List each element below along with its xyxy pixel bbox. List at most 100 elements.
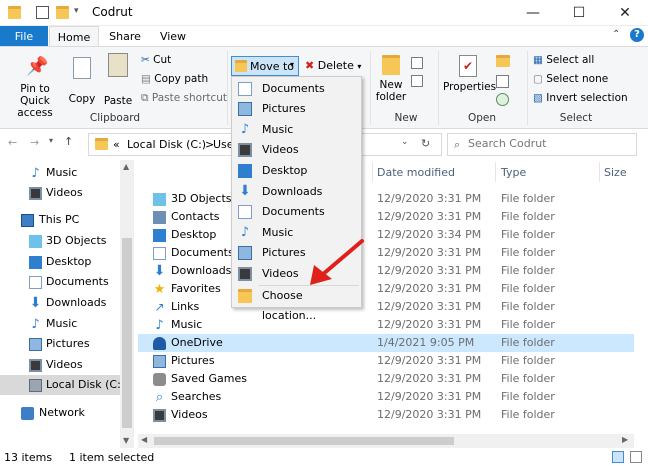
minimize-button[interactable]: — [510,0,556,26]
nav-item-documents[interactable]: Documents [0,272,120,292]
scroll-down-icon[interactable]: ▼ [123,436,129,445]
copy-path-button[interactable]: ▤ Copy path [141,73,208,85]
chevron-down-icon[interactable]: ⌄ [401,137,409,147]
large-icons-view-icon[interactable] [630,451,642,463]
nav-item-videos[interactable]: Videos [0,183,120,203]
new-item-icon[interactable] [411,57,423,69]
menu-item-desktop[interactable]: Desktop [233,161,360,181]
help-icon[interactable]: ? [630,28,644,42]
scroll-left-icon[interactable]: ◀ [141,435,147,444]
nav-item-downloads[interactable]: ⬇ Downloads [0,293,120,313]
details-view-icon[interactable] [612,451,624,463]
menu-item-documents[interactable]: Documents [233,79,360,99]
table-row[interactable]: ↗ Links 12/9/2020 3:31 PM File folder [138,298,634,316]
up-icon[interactable]: ↑ [64,135,73,148]
table-row[interactable]: Contacts 12/9/2020 3:31 PM File folder [138,208,634,226]
table-row[interactable]: ★ Favorites 12/9/2020 3:31 PM File folder [138,280,634,298]
column-divider[interactable] [495,162,496,182]
documents-icon [238,205,252,219]
tab-file[interactable]: File [0,26,48,47]
tab-view[interactable]: View [150,26,196,47]
column-header-date[interactable]: Date modified [377,166,455,179]
new-folder-quick-icon[interactable] [56,6,69,19]
maximize-button[interactable]: ☐ [556,0,602,26]
nav-item-local-disk[interactable]: Local Disk (C:) [0,375,125,395]
menu-item-documents[interactable]: Documents [233,202,360,222]
search-box[interactable]: ⌕ [447,133,637,156]
select-all-button[interactable]: ▦ Select all [533,54,594,66]
scroll-right-icon[interactable]: ▶ [622,435,628,444]
breadcrumb-local-disk[interactable]: Local Disk (C:) [127,138,206,151]
downloads-icon: ⬇ [153,263,166,279]
paste-button[interactable]: Paste [100,53,136,107]
horizontal-scrollbar[interactable]: ◀ ▶ [138,434,634,448]
recent-locations-icon[interactable]: ▾ [49,136,53,145]
nav-item-network[interactable]: Network [0,403,120,423]
nav-item-3d-objects[interactable]: 3D Objects [0,231,120,251]
table-row[interactable]: Documents 12/9/2020 3:31 PM File folder [138,244,634,262]
move-to-button[interactable]: Move to ▾ [231,56,299,76]
column-divider[interactable] [599,162,600,182]
nav-item-music[interactable]: ♪ Music [0,163,120,183]
properties-quick-icon[interactable] [36,6,49,19]
table-row[interactable]: 3D Objects 12/9/2020 3:31 PM File folder [138,190,634,208]
tab-home[interactable]: Home [49,26,99,47]
address-overflow[interactable]: « [113,138,120,151]
search-input[interactable] [468,137,628,150]
column-header-size[interactable]: Size [604,166,627,179]
scroll-up-icon[interactable]: ▲ [123,162,129,171]
close-button[interactable]: ✕ [602,0,648,26]
invert-selection-button[interactable]: ▧ Invert selection [533,92,628,104]
table-row[interactable]: Saved Games 12/9/2020 3:31 PM File folder [138,370,634,388]
history-icon[interactable] [496,93,509,106]
nav-item-pictures[interactable]: Pictures [0,334,120,354]
paste-icon [108,53,128,77]
h-scroll-thumb[interactable] [154,437,454,445]
table-row-selected[interactable]: OneDrive 1/4/2021 9:05 PM File folder [138,334,634,352]
delete-button[interactable]: ✖ Delete ▾ [305,59,361,72]
table-row[interactable]: Desktop 12/9/2020 3:34 PM File folder [138,226,634,244]
nav-item-desktop[interactable]: Desktop [0,252,120,272]
easy-access-icon[interactable] [411,75,423,87]
nav-item-videos[interactable]: Videos [0,355,120,375]
menu-item-videos[interactable]: Videos [233,140,360,160]
folder-icon [8,6,21,19]
paste-shortcut-button[interactable]: ⧉ Paste shortcut [141,92,227,105]
column-header-type[interactable]: Type [501,166,526,179]
nav-scroll-thumb[interactable] [122,238,132,428]
table-row[interactable]: Pictures 12/9/2020 3:31 PM File folder [138,352,634,370]
menu-item-downloads[interactable]: ⬇ Downloads [233,182,360,202]
nav-item-music[interactable]: ♪ Music [0,314,120,334]
delete-label: Delete [317,59,354,72]
forward-icon[interactable]: → [30,136,39,149]
new-folder-button[interactable]: New folder [374,55,408,103]
table-row[interactable]: Videos 12/9/2020 3:31 PM File folder [138,406,634,424]
file-type: File folder [501,192,555,205]
collapse-ribbon-icon[interactable]: ⌃ [612,29,620,40]
table-row[interactable]: ⌕ Searches 12/9/2020 3:31 PM File folder [138,388,634,406]
tab-share[interactable]: Share [100,26,150,47]
open-icon[interactable] [496,55,510,67]
saved-games-icon [153,373,166,386]
videos-icon [29,187,42,200]
star-icon: ★ [153,282,166,297]
select-none-button[interactable]: ▢ Select none [533,73,608,85]
nav-scrollbar[interactable]: ▲ ▼ [120,160,134,448]
customize-qat-icon[interactable]: ▾ [74,6,79,16]
edit-icon[interactable] [496,75,509,88]
file-type: File folder [501,372,555,385]
cut-button[interactable]: ✂ Cut [141,54,171,66]
pin-button[interactable]: 📌 Pin to Quick access [4,57,66,120]
menu-item-pictures[interactable]: Pictures [233,99,360,119]
back-icon[interactable]: ← [8,136,17,149]
properties-button[interactable]: ✔ Properties [443,55,496,93]
table-row[interactable]: ⬇ Downloads 12/9/2020 3:31 PM File folder [138,262,634,280]
copy-button[interactable]: Copy [66,57,98,105]
nav-item-this-pc[interactable]: This PC [0,210,120,230]
table-row[interactable]: ♪ Music 12/9/2020 3:31 PM File folder [138,316,634,334]
file-list: Date modified Type Size 3D Objects 12/9/2… [138,160,648,448]
refresh-icon[interactable]: ↻ [421,137,430,150]
column-divider[interactable] [372,162,373,182]
menu-item-music[interactable]: ♪ Music [233,120,360,140]
file-date: 12/9/2020 3:31 PM [377,264,482,277]
